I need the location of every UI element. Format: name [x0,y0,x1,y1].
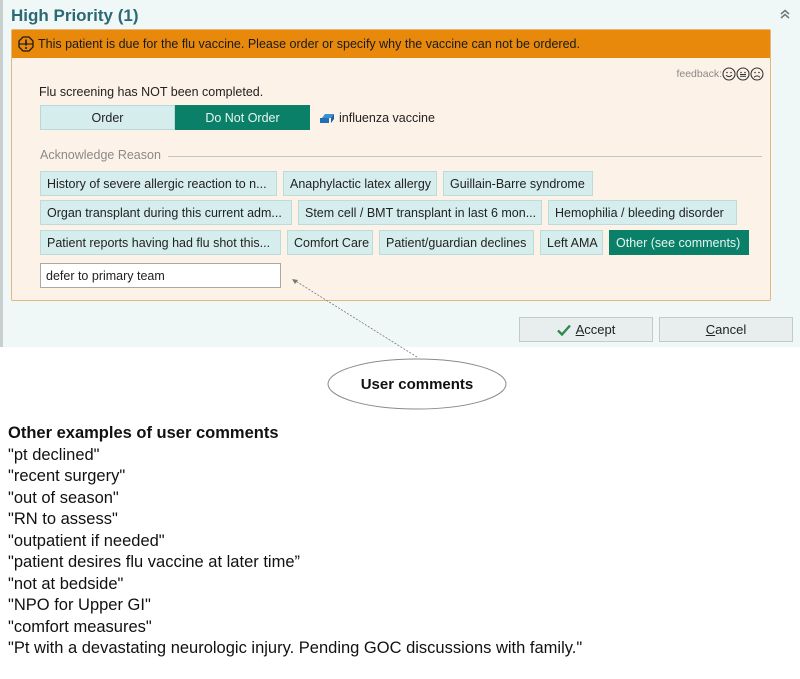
high-priority-panel: High Priority (1) This patient is due fo… [0,0,800,347]
reason-row-1: History of severe allergic reaction to n… [40,171,599,196]
example-comment: "patient desires flu vaccine at later ti… [8,553,300,571]
callout-label: User comments [360,375,474,393]
neutral-face-icon[interactable] [736,67,750,81]
section-divider [167,156,762,157]
medication-label: influenza vaccine [339,110,435,125]
alert-header: This patient is due for the flu vaccine.… [12,30,770,58]
accept-label-mnemonic: A [575,322,585,337]
examples-section: Other examples of user comments "pt decl… [8,423,582,660]
double-chevron-up-icon[interactable] [778,8,792,22]
example-comment: "pt declined" [8,445,100,464]
alert-message: This patient is due for the flu vaccine.… [38,37,580,51]
reason-prior-flu-shot[interactable]: Patient reports having had flu shot this… [40,230,281,255]
example-comment: "outpatient if needed" [8,531,165,550]
panel-title: High Priority (1) [11,6,139,25]
reason-row-3: Patient reports having had flu shot this… [40,230,755,255]
feedback-group: feedback: [676,67,764,81]
comment-input[interactable] [40,263,281,288]
acknowledge-reason-label: Acknowledge Reason [40,148,161,162]
sad-face-icon[interactable] [750,67,764,81]
order-button[interactable]: Order [40,105,175,130]
warning-octagon-icon [18,36,34,52]
cancel-label: ancel [715,322,747,337]
reason-guillain-barre[interactable]: Guillain-Barre syndrome [443,171,593,196]
example-comment: "not at bedside" [8,574,124,593]
order-decision-group: Order Do Not Order influenza vaccine [40,105,435,130]
example-comment: "Pt with a devastating neurologic injury… [8,639,583,657]
cancel-label-mnemonic: C [705,322,716,337]
screening-status: Flu screening has NOT been completed. [39,85,264,99]
order-link-icon [320,113,334,123]
reason-other-see-comments[interactable]: Other (see comments) [609,230,749,255]
reason-stem-cell-transplant[interactable]: Stem cell / BMT transplant in last 6 mon… [298,200,542,225]
checkmark-icon [556,324,571,336]
do-not-order-button[interactable]: Do Not Order [175,105,310,130]
example-comment: "RN to assess" [8,510,118,528]
reason-comfort-care[interactable]: Comfort Care [287,230,373,255]
accept-label: ccept [584,322,616,337]
reason-latex-allergy[interactable]: Anaphylactic latex allergy [283,171,437,196]
reason-patient-declines[interactable]: Patient/guardian declines [379,230,534,255]
example-comment: "NPO for Upper GI" [8,596,151,614]
reason-row-2: Organ transplant during this current adm… [40,200,743,225]
example-comment: "comfort measures" [8,617,152,636]
accept-button[interactable]: Accept [519,317,653,342]
happy-face-icon[interactable] [722,67,736,81]
feedback-label: feedback: [676,68,722,80]
reason-severe-allergic-reaction[interactable]: History of severe allergic reaction to n… [40,171,277,196]
examples-heading: Other examples of user comments [8,424,279,442]
reason-organ-transplant[interactable]: Organ transplant during this current adm… [40,200,292,225]
flu-vaccine-alert: This patient is due for the flu vaccine.… [11,29,771,301]
cancel-button[interactable]: Cancel [659,317,793,342]
example-comment: "out of season" [8,488,119,507]
medication-link[interactable]: influenza vaccine [319,111,435,125]
example-comment: "recent surgery" [8,467,126,485]
reason-left-ama[interactable]: Left AMA [540,230,603,255]
acknowledge-reason-section: Acknowledge Reason [40,148,762,162]
reason-hemophilia[interactable]: Hemophilia / bleeding disorder [548,200,737,225]
